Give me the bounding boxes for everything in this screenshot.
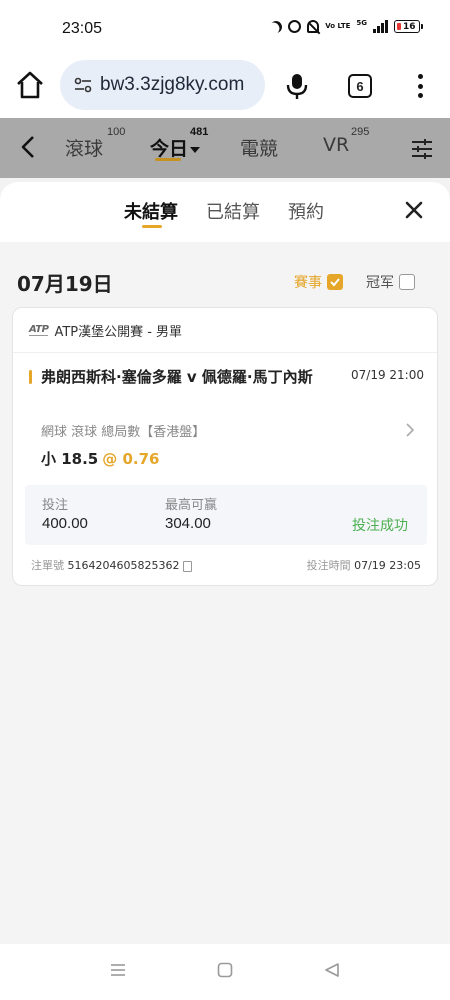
bet-time: 07/19 23:05	[354, 559, 421, 572]
battery-fill	[397, 23, 401, 30]
tab-label: 今日	[150, 138, 189, 160]
active-tab-indicator	[142, 225, 162, 228]
mute-icon	[307, 20, 320, 33]
recent-apps-icon[interactable]	[110, 962, 126, 978]
bet-record-sheet: 未結算 已結算 預約 07月19日 賽事 冠军 ATP ATP漢堡公開賽 - 男…	[0, 182, 450, 944]
card-footer: 注單號 5164204605825362 投注時間 07/19 23:05	[13, 553, 437, 577]
browser-toolbar: bw3.3zjg8ky.com 6	[0, 52, 450, 118]
app-header: 滾球 100 今日 481 電競 VR 295	[0, 118, 450, 178]
tab-count-badge: 295	[351, 126, 370, 138]
battery-icon: 16	[394, 20, 423, 33]
tab-vr[interactable]: VR 295	[323, 126, 369, 156]
tabs-button[interactable]: 6	[348, 74, 372, 98]
bet-status: 投注成功	[352, 518, 408, 534]
tab-count-badge: 100	[107, 126, 126, 138]
moon-icon	[268, 18, 284, 34]
filter-events[interactable]: 賽事	[294, 272, 343, 292]
battery-level: 16	[403, 21, 416, 32]
filter-outrights[interactable]: 冠军	[366, 272, 415, 292]
match-name: 弗朗西斯科·塞倫多羅 v 佩德羅·馬丁內斯	[41, 368, 313, 386]
tab-settled[interactable]: 已結算	[206, 198, 260, 224]
ticket-number: 5164204605825362	[67, 559, 180, 572]
check-icon	[330, 278, 340, 287]
card-league-row: ATP ATP漢堡公開賽 - 男單	[13, 308, 437, 353]
filter-label: 冠军	[366, 275, 394, 291]
bet-time-label: 投注時間	[306, 559, 351, 572]
copy-icon[interactable]	[183, 560, 193, 572]
system-navigation-bar	[0, 944, 450, 1000]
close-icon[interactable]	[402, 198, 426, 222]
tab-label: 滾球	[65, 138, 104, 160]
tab-esports[interactable]: 電競	[240, 134, 278, 161]
tab-unsettled[interactable]: 未結算	[124, 198, 178, 224]
bet-status-tabs: 未結算 已結算 預約	[0, 182, 450, 242]
home-nav-icon[interactable]	[217, 962, 233, 978]
match-marker	[29, 370, 32, 384]
date-heading: 07月19日	[17, 272, 113, 296]
stake-label: 投注	[42, 498, 69, 513]
active-tab-indicator	[155, 158, 181, 161]
max-win-value: 304.00	[165, 515, 211, 532]
tab-label: 電競	[240, 138, 279, 160]
alarm-icon	[288, 20, 302, 33]
tab-count-badge: 481	[190, 126, 209, 138]
stake-value: 400.00	[42, 515, 88, 532]
chevron-right-icon[interactable]	[405, 422, 415, 438]
status-time: 23:05	[62, 20, 103, 37]
voice-search-button[interactable]	[285, 72, 309, 100]
filter-settings-icon[interactable]	[410, 138, 434, 160]
network-type: 5G	[356, 18, 367, 27]
status-bar: 23:05 Vo LTE 5G 16	[0, 0, 450, 52]
address-bar[interactable]: bw3.3zjg8ky.com	[60, 60, 265, 110]
bet-card[interactable]: ATP ATP漢堡公開賽 - 男單 弗朗西斯科·塞倫多羅 v 佩德羅·馬丁內斯 …	[12, 307, 438, 586]
back-arrow-icon[interactable]	[18, 134, 38, 160]
max-win-label: 最高可赢	[165, 498, 218, 513]
checkbox-checked[interactable]	[327, 274, 343, 290]
ticket-label: 注單號	[31, 559, 64, 572]
tab-count: 6	[356, 78, 364, 94]
match-time: 07/19 21:00	[351, 368, 424, 382]
signal-icon	[373, 20, 388, 33]
market-description: 網球 滾球 總局數【香港盤】	[41, 425, 206, 440]
mic-icon	[286, 74, 308, 99]
more-vert-icon[interactable]	[410, 72, 430, 100]
bet-time-info: 投注時間 07/19 23:05	[307, 557, 421, 573]
back-nav-icon[interactable]	[324, 962, 340, 978]
tab-live[interactable]: 滾球 100	[65, 126, 125, 161]
tab-label: VR	[323, 134, 350, 156]
checkbox-unchecked[interactable]	[399, 274, 415, 290]
bet-selection: 小 18.5 @ 0.76	[41, 448, 159, 469]
ticket-info: 注單號 5164204605825362	[31, 557, 193, 573]
home-icon	[17, 71, 43, 99]
filter-label: 賽事	[294, 275, 322, 291]
volte-icon: Vo LTE	[325, 22, 351, 30]
league-name: ATP漢堡公開賽 - 男單	[54, 324, 183, 340]
home-button[interactable]	[14, 70, 46, 100]
site-settings-icon[interactable]	[74, 77, 92, 93]
atp-logo-icon: ATP	[29, 323, 49, 336]
chevron-down-icon	[190, 146, 201, 153]
stake-summary: 投注 400.00 最高可赢 304.00 投注成功	[25, 485, 427, 545]
tab-today[interactable]: 今日 481	[150, 126, 208, 161]
selection-line: 小 18.5	[41, 450, 99, 468]
odds-value: @ 0.76	[102, 450, 160, 468]
url-text[interactable]: bw3.3zjg8ky.com	[100, 74, 244, 96]
status-icons: Vo LTE 5G 16	[268, 18, 423, 34]
tab-reserved[interactable]: 預約	[288, 198, 324, 224]
